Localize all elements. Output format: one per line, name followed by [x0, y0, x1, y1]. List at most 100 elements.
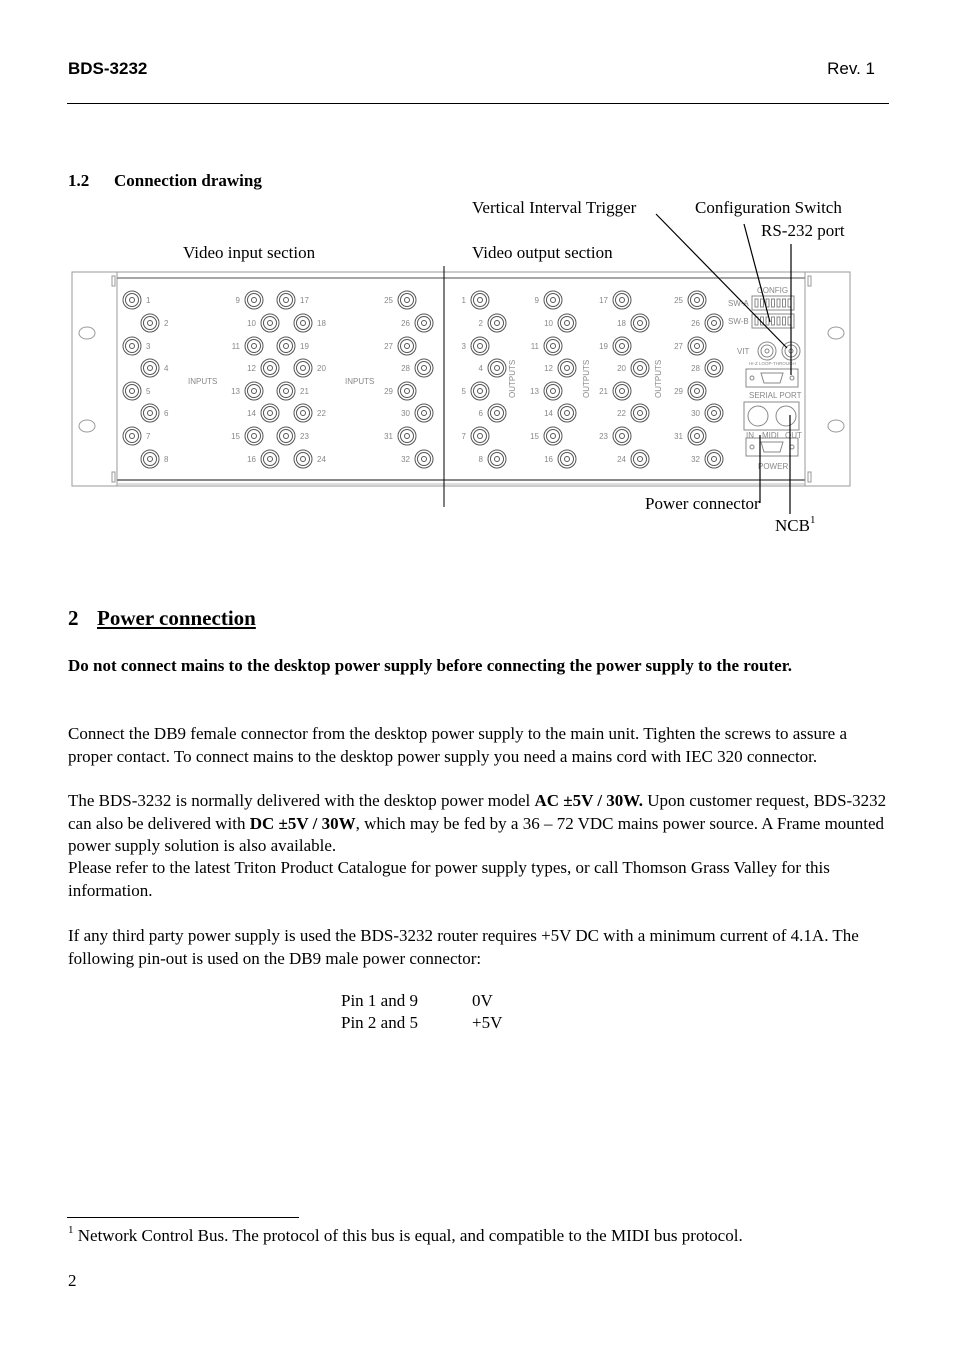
rack-hole-icon	[78, 419, 96, 433]
paragraph-third-party: If any third party power supply is used …	[68, 926, 859, 968]
page-number: 2	[68, 1271, 77, 1290]
callout-vit: Vertical Interval Trigger	[472, 198, 637, 217]
output-bnc-connector	[630, 403, 650, 423]
input-bnc-connector	[276, 426, 296, 446]
paragraph-catalogue: Please refer to the latest Triton Produc…	[68, 858, 830, 900]
input-connector-number: 18	[317, 319, 326, 328]
input-bnc-connector	[244, 426, 264, 446]
input-bnc-connector	[414, 403, 434, 423]
input-connector-number: 8	[164, 455, 169, 464]
output-bnc-connector	[487, 358, 507, 378]
rack-hole-icon	[827, 419, 845, 433]
input-bnc-connector	[140, 403, 160, 423]
output-bnc-connector	[612, 426, 632, 446]
output-bnc-connector	[630, 313, 650, 333]
output-connector-number: 25	[674, 296, 683, 305]
input-connector-number: 22	[317, 409, 326, 418]
input-connector-number: 6	[164, 409, 169, 418]
pinout-value: 0V	[472, 991, 493, 1010]
output-connector-number: 15	[530, 432, 539, 441]
output-bnc-connector	[687, 426, 707, 446]
dip-switch-icon	[771, 298, 775, 308]
output-bnc-connector	[612, 290, 632, 310]
midi-in-label: IN	[746, 431, 754, 440]
serial-port-label: SERIAL PORT	[749, 391, 802, 400]
output-bnc-connector	[704, 449, 724, 469]
output-connector-number: 30	[691, 409, 700, 418]
input-connector-number: 15	[231, 432, 240, 441]
output-connector-number: 6	[479, 409, 484, 418]
output-bnc-connector	[630, 449, 650, 469]
dip-switch-icon	[776, 298, 781, 308]
callout-config-switch: Configuration Switch	[695, 198, 842, 217]
dip-switch-icon	[765, 298, 770, 308]
vit-label: VIT	[737, 347, 750, 356]
output-bnc-connector	[557, 358, 577, 378]
callout-power-connector: Power connector	[645, 494, 760, 513]
output-connector-number: 7	[462, 432, 467, 441]
pinout-pins: Pin 2 and 5	[341, 1013, 418, 1032]
input-bnc-connector	[260, 403, 280, 423]
output-bnc-connector	[487, 449, 507, 469]
sw-b-label: SW-B	[728, 317, 749, 326]
input-connector-number: 20	[317, 364, 326, 373]
output-connector-number: 20	[617, 364, 626, 373]
input-bnc-connector	[293, 358, 313, 378]
input-bnc-connector	[244, 290, 264, 310]
footnote-divider	[67, 1217, 299, 1218]
dip-switch-icon	[771, 316, 775, 326]
input-connector-number: 21	[300, 387, 309, 396]
output-bnc-connector	[470, 381, 490, 401]
input-bnc-connector	[140, 358, 160, 378]
warning-paragraph: Do not connect mains to the desktop powe…	[68, 656, 792, 675]
input-bnc-connector	[140, 449, 160, 469]
output-connector-number: 9	[535, 296, 540, 305]
input-connector-number: 19	[300, 342, 309, 351]
outputs-label: OUTPUTS	[582, 360, 591, 398]
input-connector-number: 27	[384, 342, 393, 351]
output-connector-number: 10	[544, 319, 553, 328]
input-connector-number: 12	[247, 364, 256, 373]
input-bnc-connector	[244, 381, 264, 401]
input-bnc-connector	[122, 336, 142, 356]
input-connector-number: 13	[231, 387, 240, 396]
footnote-text: Network Control Bus. The protocol of thi…	[73, 1226, 743, 1245]
outputs-label: OUTPUTS	[654, 360, 663, 398]
callout-rs232: RS-232 port	[761, 221, 845, 240]
output-connector-number: 5	[462, 387, 467, 396]
midi-ports-icon	[743, 401, 800, 431]
input-bnc-connector	[414, 313, 434, 333]
paragraph-connect: Connect the DB9 female connector from th…	[68, 724, 848, 766]
input-bnc-connector	[260, 358, 280, 378]
input-bnc-connector	[397, 426, 417, 446]
input-connector-number: 4	[164, 364, 169, 373]
output-bnc-connector	[543, 336, 563, 356]
output-bnc-connector	[487, 313, 507, 333]
input-connector-number: 28	[401, 364, 410, 373]
input-connector-number: 24	[317, 455, 326, 464]
ac-model: AC ±5V / 30W.	[534, 791, 644, 810]
inputs-label: INPUTS	[345, 377, 374, 386]
output-connector-number: 13	[530, 387, 539, 396]
input-bnc-connector	[122, 426, 142, 446]
output-connector-number: 16	[544, 455, 553, 464]
callout-ncb: NCB1	[775, 514, 815, 536]
output-bnc-connector	[543, 381, 563, 401]
rack-hole-icon	[827, 326, 845, 340]
input-bnc-connector	[293, 449, 313, 469]
ncb-label: NCB	[775, 516, 810, 535]
paragraph-delivery: The BDS-3232 is normally delivered with …	[68, 790, 892, 858]
callout-video-input: Video input section	[183, 243, 316, 262]
pinout-value: +5V	[472, 1013, 503, 1032]
power-label: POWER	[758, 462, 788, 471]
output-bnc-connector	[470, 336, 490, 356]
input-connector-number: 16	[247, 455, 256, 464]
output-connector-number: 24	[617, 455, 626, 464]
output-bnc-connector	[687, 381, 707, 401]
dc-model: DC ±5V / 30W	[249, 813, 356, 833]
input-bnc-connector	[140, 313, 160, 333]
dip-switch-icon	[760, 298, 764, 308]
output-connector-number: 28	[691, 364, 700, 373]
output-bnc-connector	[543, 290, 563, 310]
output-bnc-connector	[704, 403, 724, 423]
